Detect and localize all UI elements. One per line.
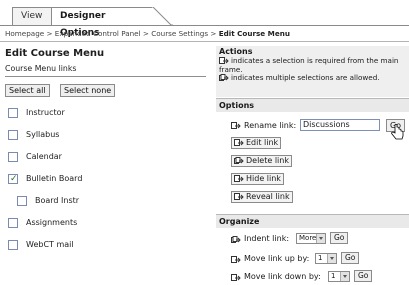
rename-link-input[interactable]: Discussions	[300, 119, 380, 131]
indent-select-value: More	[299, 234, 317, 242]
multiple-selection-icon	[231, 236, 241, 244]
hand-cursor-icon	[391, 124, 404, 140]
page-subtitle: Course Menu links	[5, 64, 77, 73]
multiple-selection-icon	[234, 156, 244, 165]
move-down-label: Move link down by:	[244, 272, 321, 281]
checkbox[interactable]	[8, 108, 18, 118]
breadcrumb-current: Edit Course Menu	[218, 29, 290, 38]
hide-link-button[interactable]: Hide link	[231, 173, 284, 185]
select-all-button[interactable]: Select all	[5, 84, 50, 97]
indent-link-label: Indent link:	[244, 234, 290, 243]
move-down-select-value: 1	[331, 272, 336, 280]
single-selection-icon	[231, 256, 241, 264]
indent-go-button[interactable]: Go	[330, 232, 349, 244]
chevron-down-icon	[327, 254, 336, 263]
menu-item-label: Bulletin Board	[26, 174, 83, 183]
edit-link-label: Edit link	[246, 138, 279, 147]
breadcrumb-separator: >	[142, 29, 152, 38]
chevron-down-icon	[316, 234, 325, 243]
move-up-go-button[interactable]: Go	[341, 252, 360, 264]
checkbox[interactable]	[8, 218, 18, 228]
edit-link-button[interactable]: Edit link	[231, 137, 282, 149]
actions-legend: Actions indicates a selection is require…	[216, 46, 409, 97]
single-selection-icon	[231, 274, 241, 282]
checkbox[interactable]	[8, 152, 18, 162]
delete-link-button[interactable]: Delete link	[231, 155, 292, 167]
delete-link-label: Delete link	[246, 156, 289, 165]
checkbox-checked[interactable]	[8, 173, 18, 185]
tab-designer-options[interactable]: Designer Options	[52, 7, 152, 38]
chevron-down-icon	[340, 272, 349, 281]
organize-section: Indent link: More Go Move link up by: 1 …	[216, 228, 409, 285]
menu-item-label: Calendar	[26, 152, 62, 161]
divider	[5, 76, 206, 77]
breadcrumb-separator: >	[210, 29, 219, 38]
single-selection-icon	[219, 57, 229, 65]
breadcrumb-course-settings[interactable]: Course Settings	[151, 29, 208, 38]
checkbox[interactable]	[17, 196, 27, 206]
single-selection-icon	[234, 138, 244, 147]
menu-item-label: Instructor	[26, 108, 65, 117]
single-selection-icon	[231, 122, 241, 130]
move-down-select[interactable]: 1	[328, 271, 350, 282]
menu-item-label: Board Instr	[35, 196, 80, 205]
tab-bar-underline	[0, 25, 409, 26]
divider	[0, 41, 409, 42]
breadcrumb: Homepage > Expanded Control Panel > Cour…	[5, 29, 405, 38]
move-down-go-button[interactable]: Go	[354, 270, 373, 282]
reveal-link-button[interactable]: Reveal link	[231, 191, 293, 203]
checkbox[interactable]	[8, 240, 18, 250]
actions-legend-single: indicates a selection is required from t…	[219, 56, 399, 74]
tab-view[interactable]: View	[12, 7, 52, 26]
breadcrumb-separator: >	[46, 29, 55, 38]
options-section: Rename link: Discussions Go Edit link De…	[216, 112, 409, 209]
organize-header: Organize	[216, 214, 409, 228]
indent-select[interactable]: More	[296, 233, 326, 244]
menu-item-label: Syllabus	[26, 130, 60, 139]
tab-bar: View Designer Options	[0, 0, 409, 38]
menu-item-label: WebCT mail	[26, 240, 74, 249]
actions-title: Actions	[219, 47, 253, 56]
actions-panel: Actions indicates a selection is require…	[216, 46, 409, 285]
hide-link-label: Hide link	[246, 174, 281, 183]
checkbox[interactable]	[8, 130, 18, 140]
select-none-button[interactable]: Select none	[60, 84, 116, 97]
single-selection-icon	[234, 174, 244, 183]
page-title: Edit Course Menu	[5, 48, 105, 59]
move-up-select[interactable]: 1	[315, 253, 337, 264]
options-header: Options	[216, 98, 409, 112]
move-up-label: Move link up by:	[244, 254, 310, 263]
menu-item-label: Assignments	[26, 218, 78, 227]
breadcrumb-expanded-control-panel[interactable]: Expanded Control Panel	[55, 29, 141, 38]
tab-edge	[151, 7, 173, 26]
move-up-select-value: 1	[318, 254, 323, 262]
breadcrumb-homepage[interactable]: Homepage	[5, 29, 44, 38]
actions-legend-multiple: indicates multiple selections are allowe…	[231, 73, 380, 82]
single-selection-icon	[234, 192, 244, 201]
multiple-selection-icon	[219, 74, 229, 82]
rename-link-label: Rename link:	[244, 121, 297, 130]
reveal-link-label: Reveal link	[246, 192, 290, 201]
